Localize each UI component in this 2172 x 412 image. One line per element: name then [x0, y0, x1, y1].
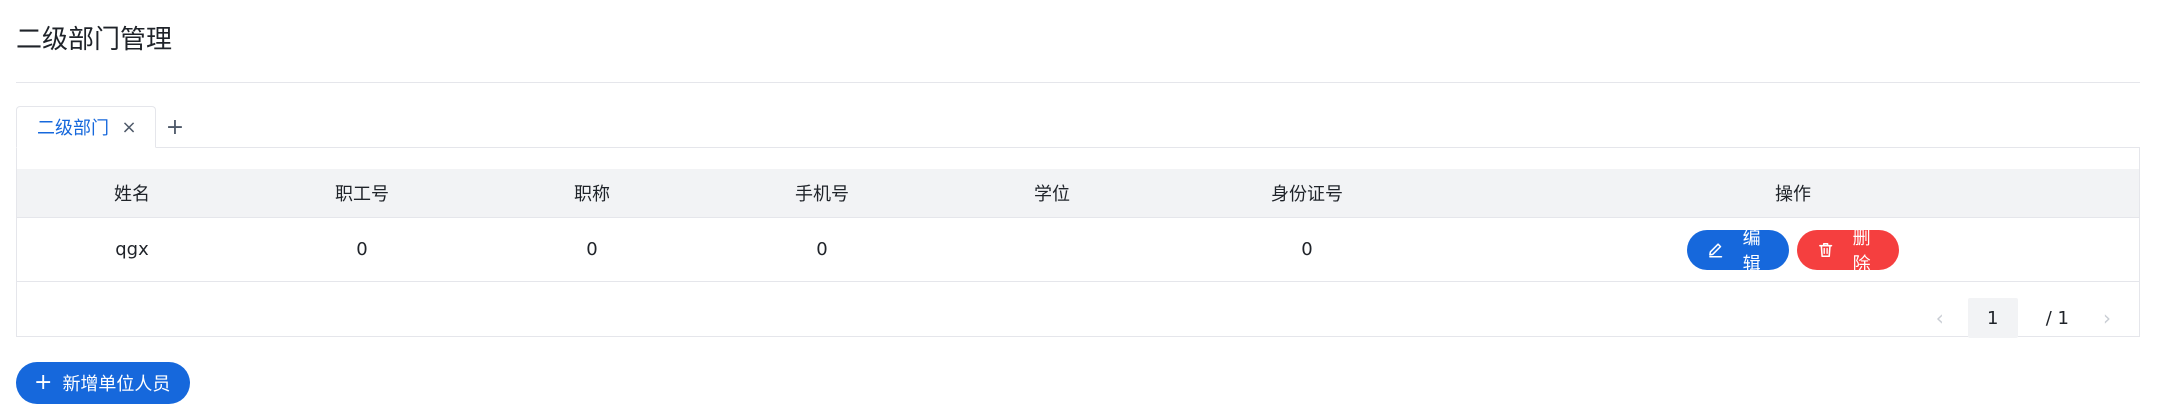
cell-phone: 0	[816, 239, 828, 260]
tab-label: 二级部门	[37, 118, 109, 139]
page-total: / 1	[2045, 307, 2069, 329]
tab-content-card: 姓名 职工号 职称 手机号 学位 身份证号 操作 qgx 0 0 0 0 编辑 …	[16, 147, 2140, 338]
staff-table: 姓名 职工号 职称 手机号 学位 身份证号 操作 qgx 0 0 0 0 编辑 …	[17, 169, 2139, 282]
pagination: ‹ 1 / 1 ›	[1920, 298, 2127, 338]
edit-button[interactable]: 编辑	[1687, 228, 1789, 275]
cell-actions: 编辑 删除	[1447, 228, 2139, 275]
cell-id-no: 0	[1301, 239, 1313, 260]
header-name: 姓名	[114, 184, 150, 205]
page: 二级部门管理 二级部门 × + 姓名 职工号 职称 手机号 学位 身份证号 操作…	[0, 0, 2172, 412]
add-tab-button[interactable]: +	[156, 106, 194, 148]
header-phone: 手机号	[795, 184, 849, 205]
edit-label: 编辑	[1742, 227, 1761, 275]
header-staff-no: 职工号	[335, 184, 389, 205]
title-divider	[16, 82, 2140, 83]
trash-icon	[1819, 242, 1833, 257]
header-id-no: 身份证号	[1271, 184, 1343, 205]
delete-button[interactable]: 删除	[1797, 228, 1899, 275]
cell-name: qgx	[115, 239, 149, 260]
cell-staff-no: 0	[356, 239, 368, 260]
pencil-icon	[1709, 242, 1723, 258]
add-staff-label: 新增单位人员	[62, 374, 171, 395]
page-number-current[interactable]: 1	[1967, 298, 2018, 338]
table-header: 姓名 职工号 职称 手机号 学位 身份证号 操作	[17, 169, 2139, 218]
chevron-left-icon[interactable]: ‹	[1920, 298, 1960, 338]
header-title: 职称	[574, 184, 610, 205]
header-degree: 学位	[1034, 184, 1070, 205]
chevron-right-icon[interactable]: ›	[2087, 298, 2127, 338]
add-staff-button[interactable]: + 新增单位人员	[16, 362, 191, 404]
page-title: 二级部门管理	[16, 25, 173, 55]
table-row: qgx 0 0 0 0 编辑 删除	[17, 218, 2139, 282]
header-actions: 操作	[1775, 184, 1811, 205]
close-icon[interactable]: ×	[121, 117, 137, 138]
tab-bar: 二级部门 × +	[16, 106, 194, 148]
delete-label: 删除	[1852, 227, 1871, 275]
tab-secondary-department[interactable]: 二级部门 ×	[16, 106, 156, 148]
cell-title: 0	[586, 239, 598, 260]
plus-icon: +	[34, 370, 53, 395]
